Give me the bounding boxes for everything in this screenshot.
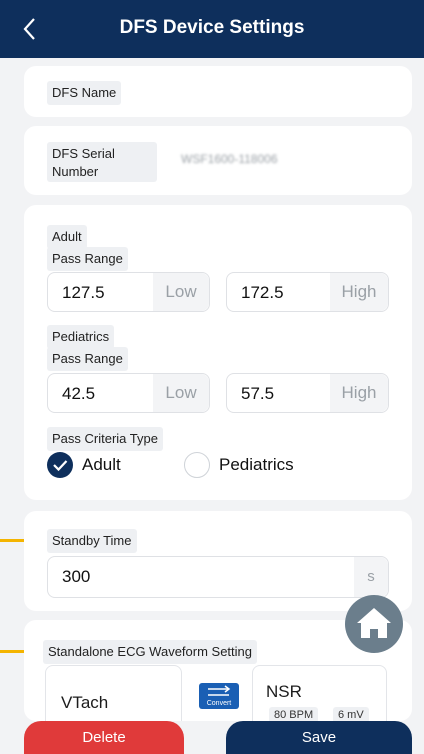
dfs-name-label: DFS Name: [47, 81, 122, 105]
dfs-serial-card: DFS Serial Number WSF1600-118006: [24, 126, 412, 195]
ecg-left-waveform-name: VTach: [61, 693, 109, 712]
radio-checked-icon: [47, 452, 73, 478]
ecg-waveform-label: Standalone ECG Waveform Setting: [43, 640, 258, 664]
dfs-serial-label-line1: DFS Serial: [52, 146, 115, 161]
dfs-serial-label-line2: Number: [52, 164, 99, 179]
dfs-serial-label: DFS Serial Number: [47, 142, 157, 182]
ecg-left-waveform[interactable]: VTach: [45, 665, 182, 721]
adult-low-input[interactable]: 127.5 Low: [47, 272, 210, 312]
dfs-serial-value: WSF1600-118006: [181, 152, 278, 166]
adult-low-value: 127.5: [62, 283, 105, 302]
adult-pass-range-label: Pass Range: [47, 247, 128, 271]
save-button[interactable]: Save: [226, 721, 412, 754]
pass-criteria-type-label: Pass Criteria Type: [47, 427, 163, 451]
dfs-name-card[interactable]: DFS Name: [24, 66, 412, 117]
convert-button[interactable]: Convert: [199, 683, 239, 709]
adult-high-unit: High: [330, 273, 388, 311]
radio-adult-label: Adult: [82, 455, 121, 474]
pediatrics-pass-range-label: Pass Range: [47, 347, 128, 371]
pediatrics-low-input[interactable]: 42.5 Low: [47, 373, 210, 413]
radio-adult[interactable]: Adult: [47, 450, 167, 480]
radio-pediatrics[interactable]: Pediatrics: [184, 450, 354, 480]
app-header: DFS Device Settings: [0, 0, 424, 58]
convert-icon: [208, 685, 231, 696]
radio-pediatrics-label: Pediatrics: [219, 455, 294, 474]
radio-unchecked-icon: [184, 452, 210, 478]
convert-label: Convert: [206, 700, 232, 707]
ecg-right-waveform[interactable]: NSR 80 BPM 6 mV: [252, 665, 387, 723]
pediatrics-label: Pediatrics: [47, 325, 115, 349]
pediatrics-high-input[interactable]: 57.5 High: [226, 373, 389, 413]
pediatrics-high-value: 57.5: [241, 384, 275, 403]
home-button[interactable]: [345, 595, 403, 653]
delete-button[interactable]: Delete: [24, 721, 184, 754]
pediatrics-low-unit: Low: [153, 374, 209, 412]
standby-time-label: Standby Time: [47, 529, 137, 553]
pediatrics-high-unit: High: [330, 374, 388, 412]
page-title: DFS Device Settings: [119, 17, 305, 38]
adult-high-input[interactable]: 172.5 High: [226, 272, 389, 312]
standby-time-unit: s: [354, 557, 388, 597]
home-icon: [357, 608, 391, 638]
ecg-right-waveform-name: NSR: [266, 682, 302, 701]
adult-low-unit: Low: [153, 273, 209, 311]
standby-time-value: 300: [62, 567, 91, 586]
pediatrics-low-value: 42.5: [62, 384, 96, 403]
adult-high-value: 172.5: [241, 283, 284, 302]
adult-label: Adult: [47, 225, 87, 249]
standby-time-input[interactable]: 300 s: [47, 556, 389, 598]
pass-range-card: Adult Pass Range 127.5 Low 172.5 High Pe…: [24, 205, 412, 500]
